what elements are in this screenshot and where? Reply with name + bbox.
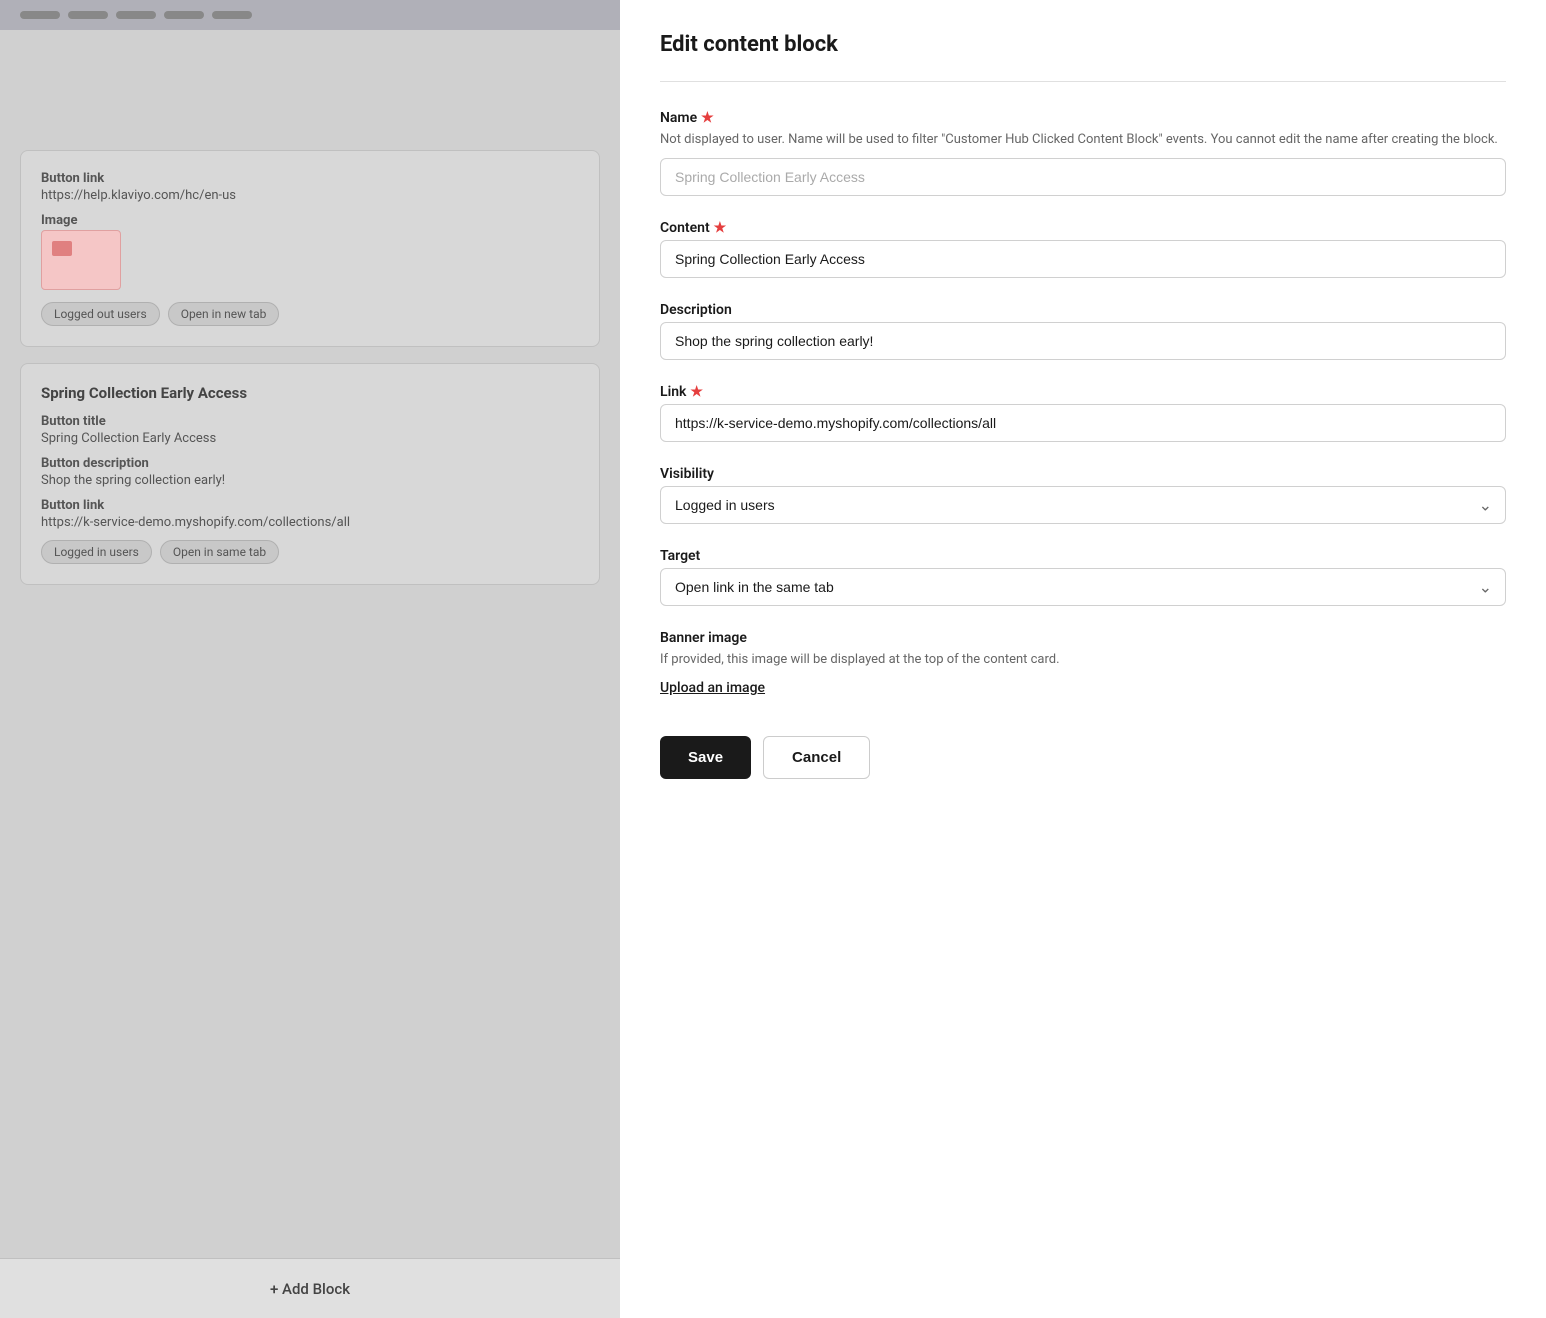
top-bar-decoration	[116, 11, 156, 19]
banner-image-hint: If provided, this image will be displaye…	[660, 650, 1506, 670]
left-panel: Button link https://help.klaviyo.com/hc/…	[0, 0, 620, 1318]
top-bar-decoration	[20, 11, 60, 19]
visibility-field-group: Visibility Logged in users Logged out us…	[660, 466, 1506, 524]
card2-field-button-desc: Button description Shop the spring colle…	[41, 456, 579, 488]
link-input[interactable]	[660, 404, 1506, 442]
visibility-select[interactable]: Logged in users Logged out users All use…	[660, 486, 1506, 524]
card2-tag-0: Logged in users	[41, 540, 152, 564]
card1-tags: Logged out users Open in new tab	[41, 302, 579, 326]
description-field-group: Description	[660, 302, 1506, 360]
visibility-select-wrapper: Logged in users Logged out users All use…	[660, 486, 1506, 524]
card1-button-link-label: Button link	[41, 171, 579, 186]
name-label: Name ★	[660, 110, 1506, 126]
link-required-star: ★	[690, 384, 703, 400]
card1-tag-0: Logged out users	[41, 302, 160, 326]
card2-tags: Logged in users Open in same tab	[41, 540, 579, 564]
content-field-group: Content ★	[660, 220, 1506, 278]
top-bar-decoration	[212, 11, 252, 19]
card1-button-link-value: https://help.klaviyo.com/hc/en-us	[41, 188, 579, 203]
description-label: Description	[660, 302, 1506, 318]
panel-title: Edit content block	[660, 32, 1506, 57]
card2-button-desc-value: Shop the spring collection early!	[41, 473, 579, 488]
card2-field-button-link: Button link https://k-service-demo.mysho…	[41, 498, 579, 530]
card2-field-button-title: Button title Spring Collection Early Acc…	[41, 414, 579, 446]
card1-field-button-link: Button link https://help.klaviyo.com/hc/…	[41, 171, 579, 203]
content-label: Content ★	[660, 220, 1506, 236]
name-required-star: ★	[701, 110, 714, 126]
target-field-group: Target Open link in the same tab Open li…	[660, 548, 1506, 606]
name-field-group: Name ★ Not displayed to user. Name will …	[660, 110, 1506, 196]
cancel-button[interactable]: Cancel	[763, 736, 870, 779]
top-bar	[0, 0, 620, 30]
title-divider	[660, 81, 1506, 82]
banner-image-label: Banner image	[660, 630, 1506, 646]
content-input[interactable]	[660, 240, 1506, 278]
add-block-bar[interactable]: + Add Block	[0, 1258, 620, 1318]
top-bar-decoration	[68, 11, 108, 19]
button-row: Save Cancel	[660, 736, 1506, 779]
target-select[interactable]: Open link in the same tab Open link in a…	[660, 568, 1506, 606]
card2-tag-1: Open in same tab	[160, 540, 279, 564]
description-input[interactable]	[660, 322, 1506, 360]
add-block-label: + Add Block	[270, 1280, 350, 1298]
card-2: Spring Collection Early Access Button ti…	[20, 363, 600, 585]
card2-button-link-label: Button link	[41, 498, 579, 513]
upload-image-link[interactable]: Upload an image	[660, 680, 765, 696]
name-input[interactable]	[660, 158, 1506, 196]
card-1: Button link https://help.klaviyo.com/hc/…	[20, 150, 600, 347]
card2-button-title-value: Spring Collection Early Access	[41, 431, 579, 446]
link-label: Link ★	[660, 384, 1506, 400]
link-field-group: Link ★	[660, 384, 1506, 442]
card1-field-image: Image	[41, 213, 579, 290]
target-label: Target	[660, 548, 1506, 564]
target-select-wrapper: Open link in the same tab Open link in a…	[660, 568, 1506, 606]
card1-tag-1: Open in new tab	[168, 302, 280, 326]
card2-button-desc-label: Button description	[41, 456, 579, 471]
card2-button-title-label: Button title	[41, 414, 579, 429]
content-required-star: ★	[714, 220, 727, 236]
card1-image-placeholder	[41, 230, 121, 290]
save-button[interactable]: Save	[660, 736, 751, 779]
card2-title: Spring Collection Early Access	[41, 384, 579, 402]
visibility-label: Visibility	[660, 466, 1506, 482]
left-content-area: Button link https://help.klaviyo.com/hc/…	[0, 30, 620, 621]
top-bar-decoration	[164, 11, 204, 19]
name-hint: Not displayed to user. Name will be used…	[660, 130, 1506, 150]
card2-button-link-value: https://k-service-demo.myshopify.com/col…	[41, 515, 579, 530]
card1-image-label: Image	[41, 213, 579, 228]
right-panel: Edit content block Name ★ Not displayed …	[620, 0, 1546, 1318]
banner-image-section: Banner image If provided, this image wil…	[660, 630, 1506, 697]
